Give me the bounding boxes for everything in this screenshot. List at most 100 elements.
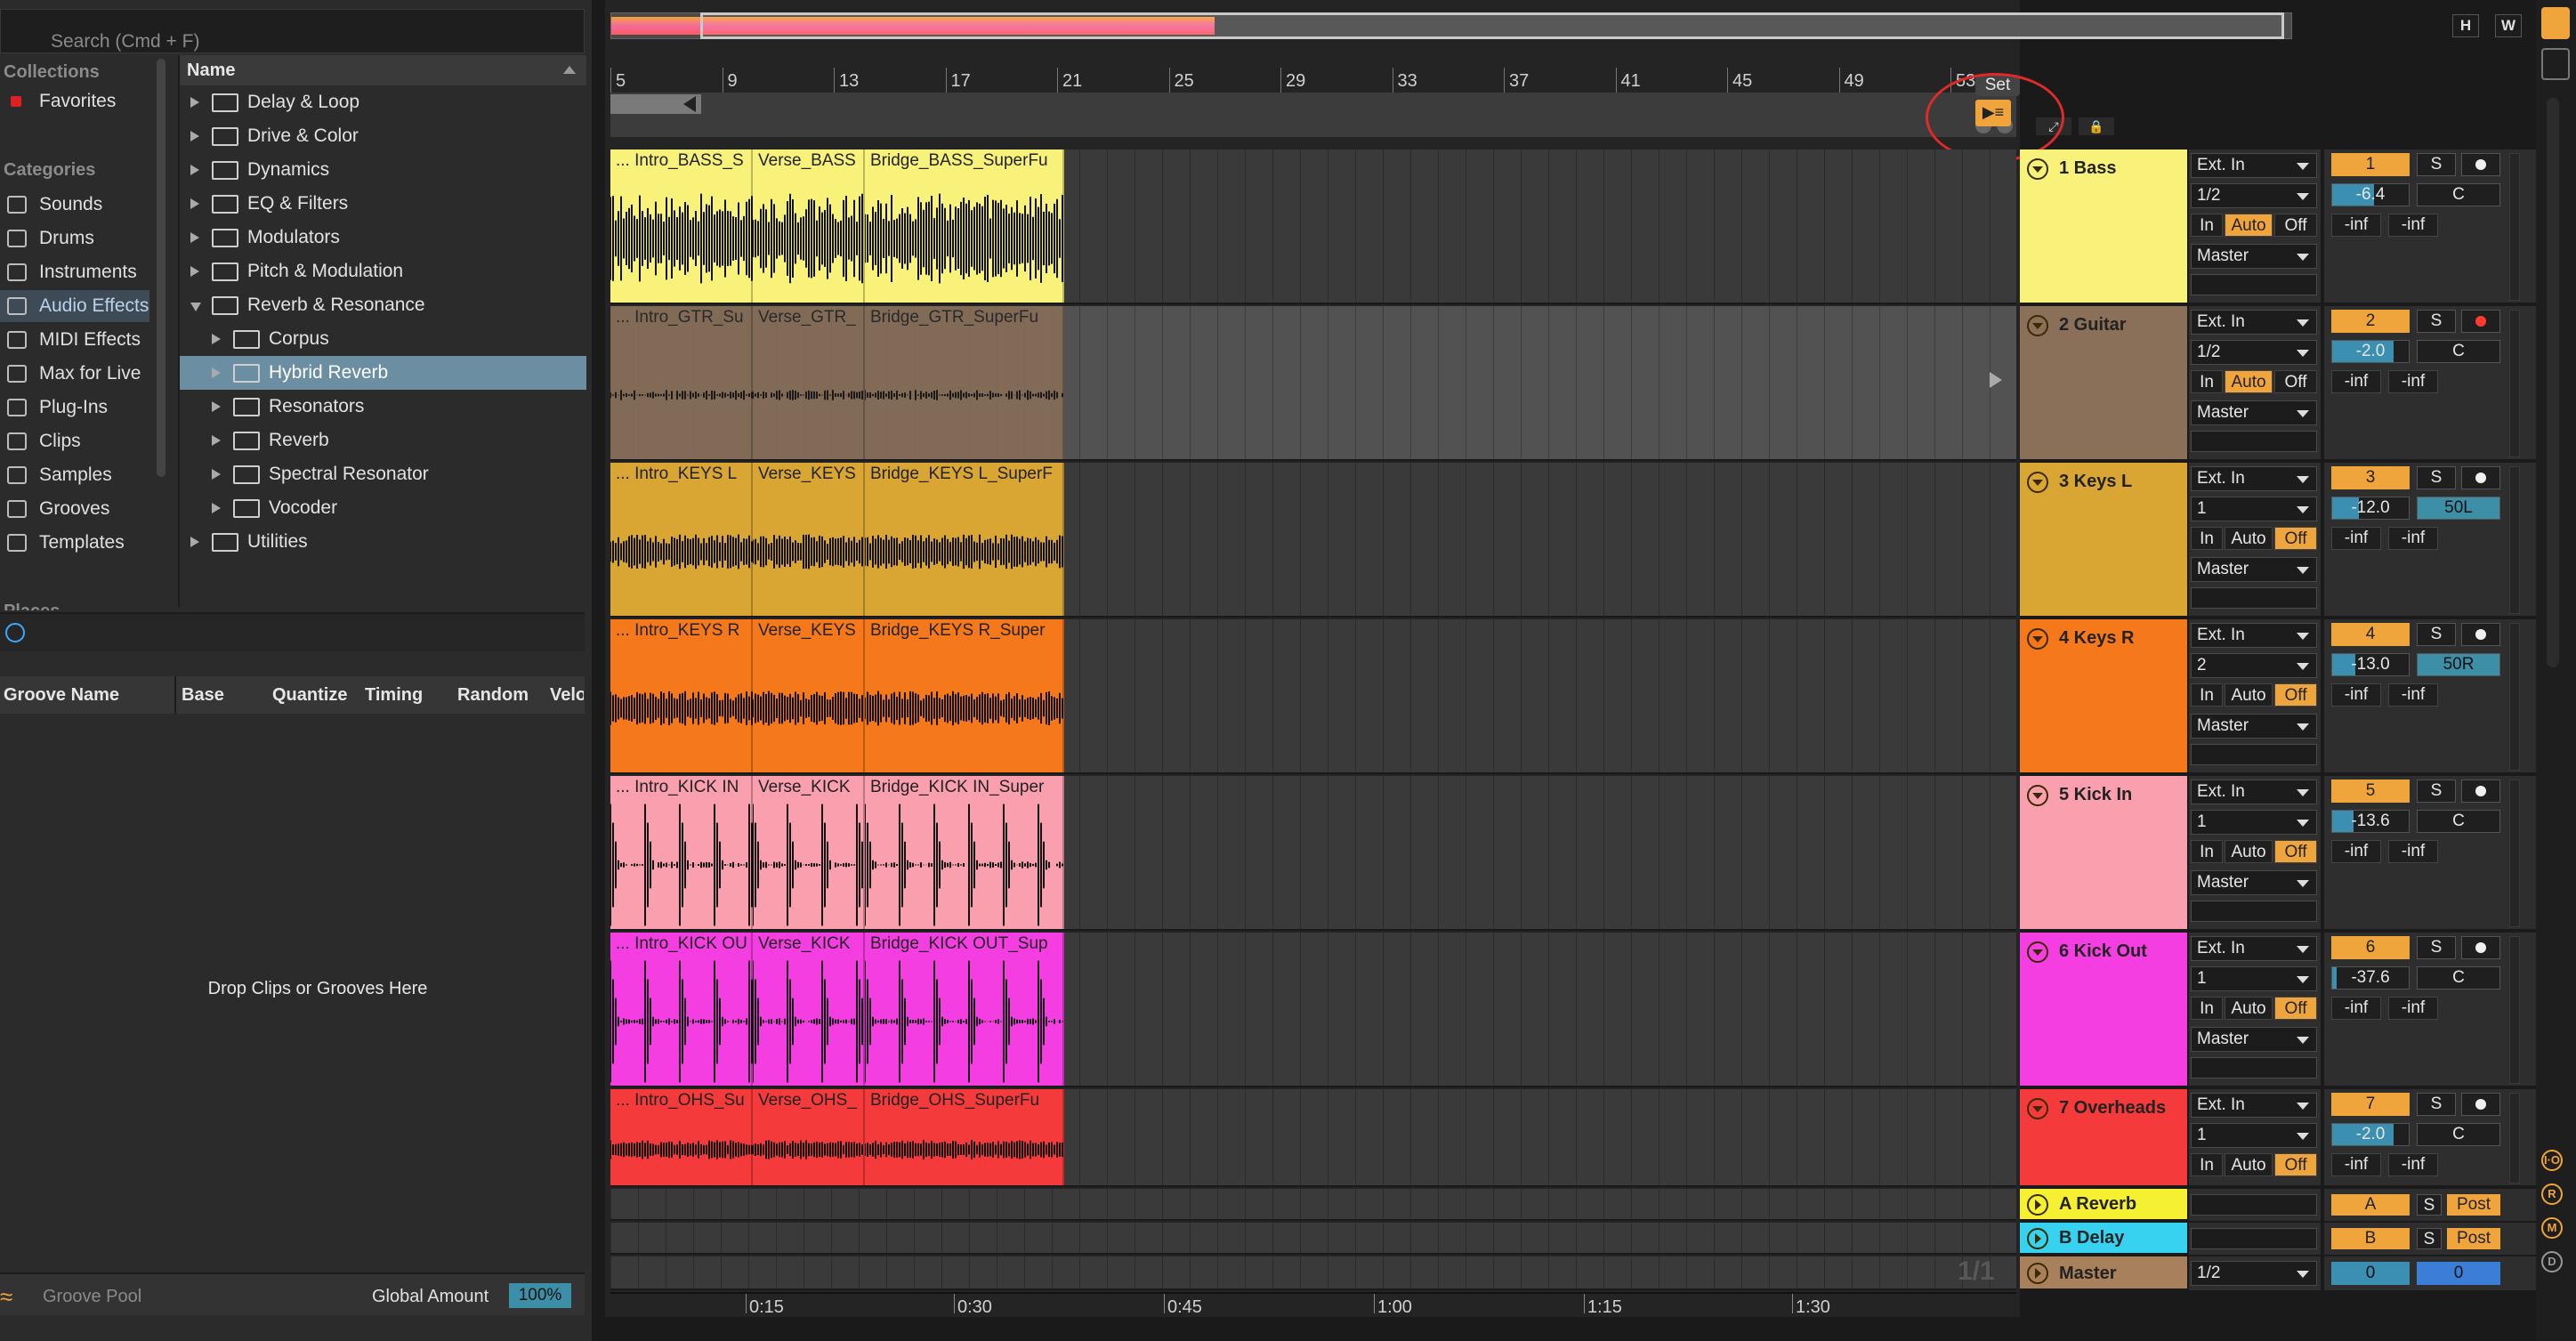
audio-clip[interactable]: ... Intro_KEYS R bbox=[610, 619, 753, 772]
sidebar-item-midi-effects[interactable]: MIDI Effects bbox=[0, 324, 149, 356]
col-quantize[interactable]: Quantize bbox=[272, 685, 347, 706]
volume-field[interactable]: -13.0 bbox=[2331, 653, 2410, 676]
track-name[interactable]: 1 Bass bbox=[2059, 158, 2117, 179]
return-input-field[interactable] bbox=[2191, 1228, 2317, 1249]
monitor-in-button[interactable]: In bbox=[2191, 214, 2223, 237]
monitor-in-button[interactable]: In bbox=[2191, 840, 2223, 863]
track-header[interactable]: 4 Keys R bbox=[2020, 619, 2187, 774]
input-type-dropdown[interactable]: Ext. In bbox=[2191, 310, 2317, 335]
volume-field[interactable]: -13.6 bbox=[2331, 810, 2410, 833]
monitor-auto-button[interactable]: Auto bbox=[2225, 997, 2273, 1020]
sidebar-item-instruments[interactable]: Instruments bbox=[0, 256, 149, 288]
sidebar-item-templates[interactable]: Templates bbox=[0, 527, 149, 559]
fold-track-icon[interactable] bbox=[2027, 941, 2048, 963]
groove-drop-zone[interactable]: Drop Clips or Grooves Here bbox=[0, 979, 635, 999]
browser-row[interactable]: Modulators bbox=[180, 221, 586, 254]
pan-field[interactable]: 50L bbox=[2417, 497, 2500, 520]
groove-wave-icon[interactable]: ≈ bbox=[0, 1283, 12, 1311]
menu-icon[interactable] bbox=[2541, 7, 2570, 39]
track-activator-button[interactable]: 2 bbox=[2331, 310, 2410, 333]
audio-clip[interactable]: Verse_KICK bbox=[753, 933, 865, 1086]
loop-brace[interactable] bbox=[610, 94, 701, 114]
col-base[interactable]: Base bbox=[182, 685, 224, 706]
fold-track-icon[interactable] bbox=[2027, 1263, 2048, 1284]
output-channel-field[interactable] bbox=[2191, 587, 2317, 609]
browser-row[interactable]: Utilities bbox=[180, 525, 586, 559]
track-lane[interactable]: ... Intro_BASS_S Verse_BASS Bridge_BASS_Su… bbox=[610, 149, 2016, 304]
audio-clip[interactable]: ... Intro_GTR_Su bbox=[610, 306, 753, 459]
sidebar-item-drums[interactable]: Drums bbox=[0, 222, 149, 254]
solo-button[interactable]: S bbox=[2417, 1194, 2442, 1216]
browser-row[interactable]: Drive & Color bbox=[180, 119, 586, 153]
track-name[interactable]: 2 Guitar bbox=[2059, 315, 2127, 335]
return-track-header[interactable]: B Delay bbox=[2020, 1223, 2187, 1255]
track-activator-button[interactable]: 7 bbox=[2331, 1093, 2410, 1116]
collapsed-arrow-icon[interactable] bbox=[190, 198, 199, 209]
pan-field[interactable]: C bbox=[2417, 183, 2500, 206]
master-lane[interactable] bbox=[610, 1256, 2016, 1290]
audio-clip[interactable]: Bridge_KEYS L_SuperF bbox=[865, 463, 1064, 616]
input-channel-dropdown[interactable]: 1 bbox=[2191, 966, 2317, 991]
pan-field[interactable]: C bbox=[2417, 966, 2500, 990]
col-velocity[interactable]: Velo bbox=[550, 685, 584, 706]
output-dropdown[interactable]: Master bbox=[2191, 400, 2317, 425]
track-header[interactable]: 6 Kick Out bbox=[2020, 933, 2187, 1087]
monitor-auto-button[interactable]: Auto bbox=[2225, 840, 2273, 863]
audio-clip[interactable]: Verse_KICK bbox=[753, 776, 865, 929]
clip-overflow-arrow-icon[interactable] bbox=[1990, 372, 2002, 388]
monitor-auto-button[interactable]: Auto bbox=[2225, 1153, 2273, 1176]
monitor-in-button[interactable]: In bbox=[2191, 683, 2223, 707]
solo-button[interactable]: S bbox=[2417, 310, 2456, 333]
output-channel-field[interactable] bbox=[2191, 274, 2317, 295]
master-track-header[interactable]: Master bbox=[2020, 1256, 2187, 1290]
track-lane[interactable]: ... Intro_KICK OU Verse_KICK Bridge_KICK O… bbox=[610, 933, 2016, 1087]
monitor-auto-button[interactable]: Auto bbox=[2225, 214, 2273, 237]
collapsed-arrow-icon[interactable] bbox=[190, 97, 199, 108]
collapsed-arrow-icon[interactable] bbox=[212, 435, 221, 446]
arm-record-button[interactable] bbox=[2461, 936, 2500, 959]
input-type-dropdown[interactable]: Ext. In bbox=[2191, 153, 2317, 178]
track-activator-button[interactable]: 3 bbox=[2331, 466, 2410, 489]
track-header[interactable]: 7 Overheads bbox=[2020, 1089, 2187, 1187]
monitor-in-button[interactable]: In bbox=[2191, 527, 2223, 550]
input-type-dropdown[interactable]: Ext. In bbox=[2191, 1093, 2317, 1118]
browser-row[interactable]: Dynamics bbox=[180, 153, 586, 187]
name-column-header[interactable]: Name bbox=[180, 55, 586, 85]
output-dropdown[interactable]: Master bbox=[2191, 870, 2317, 895]
collapsed-arrow-icon[interactable] bbox=[212, 334, 221, 344]
return-activator-button[interactable]: A bbox=[2331, 1194, 2410, 1216]
audio-clip[interactable]: ... Intro_BASS_S bbox=[610, 149, 753, 303]
w-zoom-button[interactable]: W bbox=[2495, 14, 2522, 37]
audio-clip[interactable]: Verse_GTR_ bbox=[753, 306, 865, 459]
fold-track-icon[interactable] bbox=[2027, 315, 2048, 336]
solo-button[interactable]: S bbox=[2417, 623, 2456, 646]
collapsed-arrow-icon[interactable] bbox=[212, 469, 221, 480]
arrangement-overview[interactable] bbox=[610, 12, 2292, 39]
output-channel-field[interactable] bbox=[2191, 744, 2317, 765]
sidebar-scrollbar[interactable] bbox=[157, 59, 166, 477]
time-ruler[interactable]: 0:15 0:30 0:45 1:00 1:15 1:30 bbox=[610, 1292, 2016, 1317]
arm-record-button[interactable] bbox=[2461, 310, 2500, 333]
fold-track-icon[interactable] bbox=[2027, 1194, 2048, 1216]
monitor-off-button[interactable]: Off bbox=[2274, 683, 2317, 707]
monitor-in-button[interactable]: In bbox=[2191, 370, 2223, 393]
h-zoom-button[interactable]: H bbox=[2452, 14, 2479, 37]
input-channel-dropdown[interactable]: 1 bbox=[2191, 497, 2317, 521]
fold-track-icon[interactable] bbox=[2027, 472, 2048, 493]
pan-field[interactable]: C bbox=[2417, 1123, 2500, 1146]
view-toggle-icon[interactable] bbox=[2541, 48, 2570, 80]
master-name[interactable]: Master bbox=[2059, 1264, 2116, 1284]
fold-track-icon[interactable] bbox=[2027, 1098, 2048, 1119]
volume-field[interactable]: -2.0 bbox=[2331, 1123, 2410, 1146]
monitor-in-button[interactable]: In bbox=[2191, 997, 2223, 1020]
volume-field[interactable]: -37.6 bbox=[2331, 966, 2410, 990]
track-name[interactable]: 5 Kick In bbox=[2059, 785, 2132, 805]
collapsed-arrow-icon[interactable] bbox=[190, 131, 199, 141]
collapsed-arrow-icon[interactable] bbox=[212, 401, 221, 412]
col-groove-name[interactable]: Groove Name bbox=[4, 685, 119, 706]
beat-time-ruler[interactable]: 5 9 13 17 21 25 29 33 37 41 45 49 53 bbox=[610, 68, 2016, 94]
track-header[interactable]: 3 Keys L bbox=[2020, 463, 2187, 618]
volume-field[interactable]: -6.4 bbox=[2331, 183, 2410, 206]
collapsed-arrow-icon[interactable] bbox=[190, 266, 199, 277]
monitor-off-button[interactable]: Off bbox=[2274, 997, 2317, 1020]
